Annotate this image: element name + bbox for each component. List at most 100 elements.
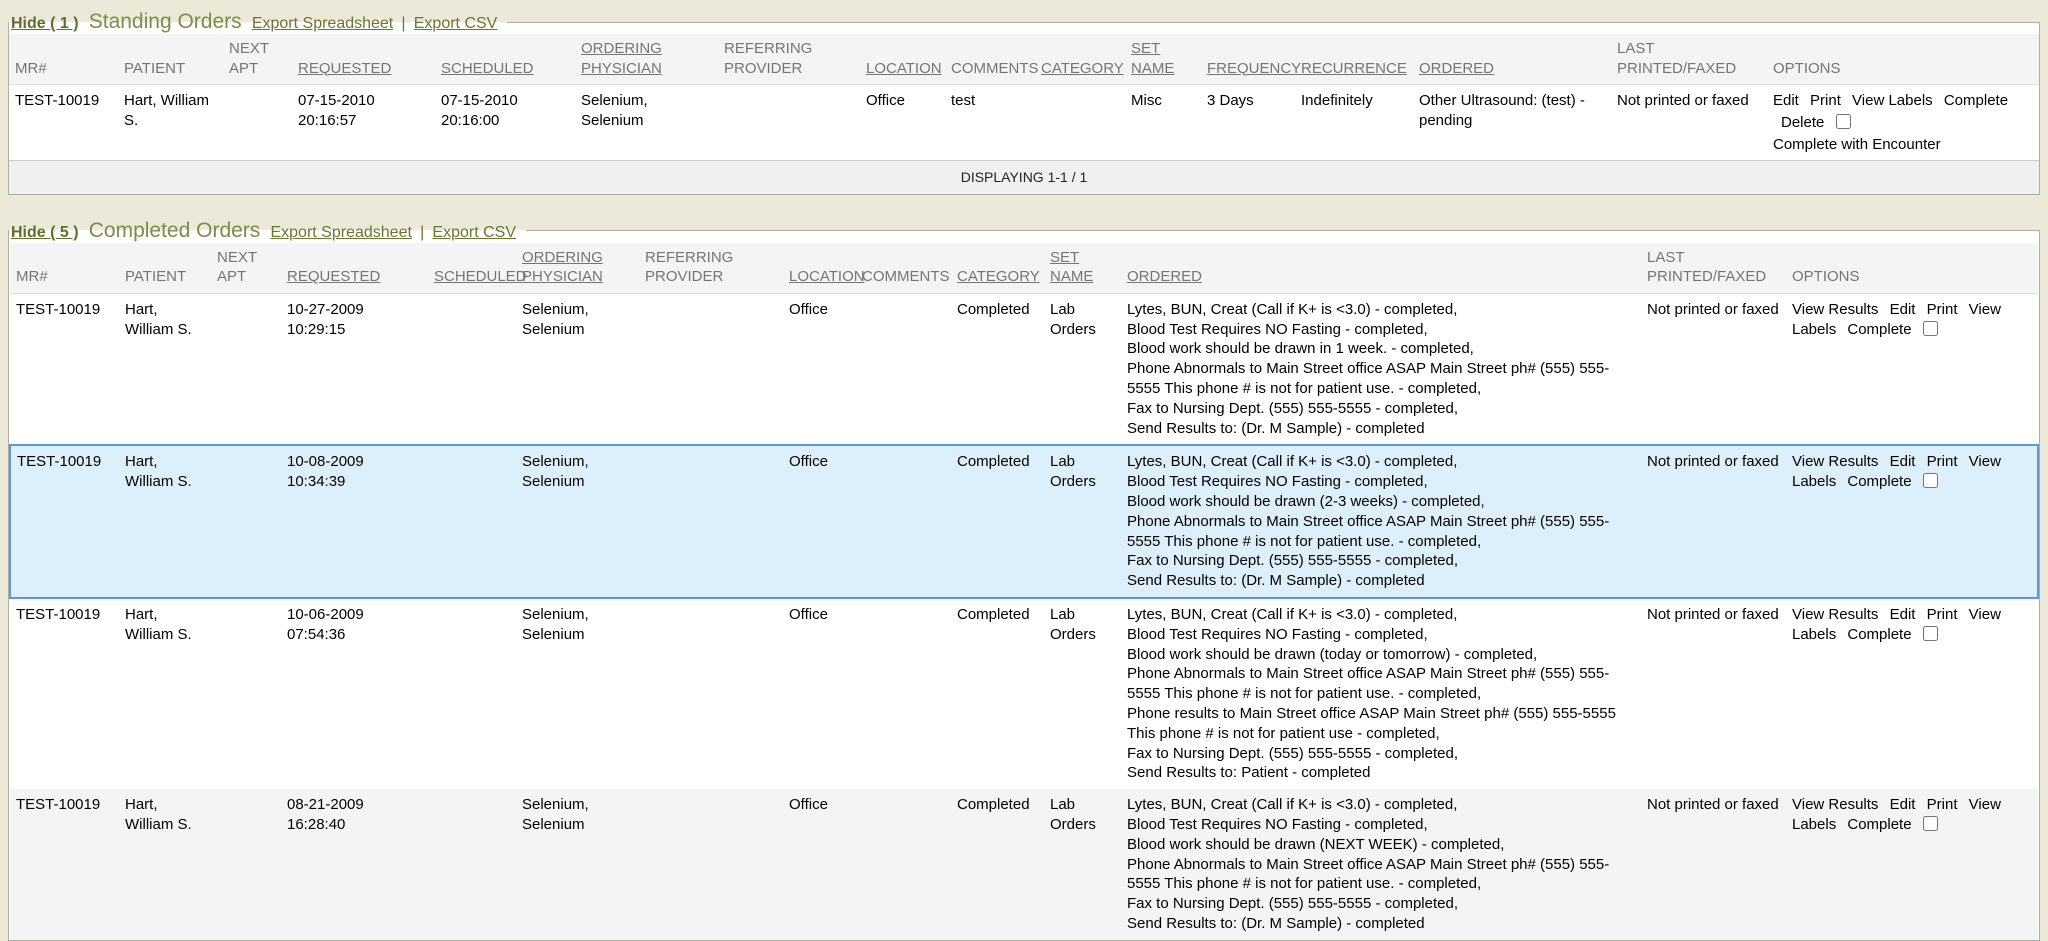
column-header-comments: COMMENTS: [945, 34, 1035, 85]
column-header-frequency: FREQUENCY: [1201, 34, 1295, 85]
column-header-patient: PATIENT: [119, 243, 211, 294]
last-printed-cell: Not printed or faxed: [1641, 445, 1786, 598]
edit-link[interactable]: Edit: [1773, 92, 1799, 109]
complete-link[interactable]: Complete: [1847, 626, 1911, 643]
location-cell: Office: [860, 85, 945, 161]
print-link[interactable]: Print: [1927, 606, 1958, 623]
sort-ordering-physician-link[interactable]: ORDERING PHYSICIAN: [581, 40, 662, 77]
column-header-options: OPTIONS: [1786, 243, 2038, 294]
ordering-physician-cell: Selenium, Selenium: [516, 789, 639, 940]
sort-category-link[interactable]: CATEGORY: [1041, 60, 1124, 77]
column-header-scheduled: SCHEDULED: [435, 34, 575, 85]
complete-link[interactable]: Complete: [1847, 321, 1911, 338]
comments-cell: [856, 789, 951, 940]
complete-link[interactable]: Complete: [1944, 92, 2008, 109]
last-printed-cell: Not printed or faxed: [1641, 789, 1786, 940]
complete-with-encounter-checkbox[interactable]: [1836, 114, 1851, 129]
ordering-physician-cell: Selenium, Selenium: [516, 445, 639, 598]
view-results-link[interactable]: View Results: [1792, 796, 1878, 813]
column-header-requested: REQUESTED: [292, 34, 435, 85]
category-cell: Completed: [951, 293, 1044, 445]
next-apt-cell: [211, 598, 281, 789]
complete-checkbox[interactable]: [1923, 626, 1938, 641]
completed-orders-hide-link[interactable]: Hide ( 5 ): [11, 224, 79, 241]
options-cell: View Results Edit Print View Labels Comp…: [1786, 445, 2038, 598]
sort-frequency-link[interactable]: FREQUENCY: [1207, 60, 1301, 77]
mr-cell: TEST-10019: [10, 293, 119, 445]
column-header-category: CATEGORY: [951, 243, 1044, 294]
complete-checkbox[interactable]: [1923, 321, 1938, 336]
requested-cell: 08-21-2009 16:28:40: [281, 789, 428, 940]
options-cell: Edit Print View Labels Complete Delete C…: [1767, 85, 2039, 161]
delete-link[interactable]: Delete: [1781, 114, 1824, 131]
referring-provider-cell: [639, 293, 783, 445]
edit-link[interactable]: Edit: [1890, 796, 1916, 813]
view-labels-link[interactable]: View Labels: [1852, 92, 1933, 109]
sort-ordered-link[interactable]: ORDERED: [1127, 268, 1202, 285]
sort-scheduled-link[interactable]: SCHEDULED: [434, 268, 527, 285]
column-header-next-apt: NEXT APT: [211, 243, 281, 294]
sort-set-name-link[interactable]: SET NAME: [1131, 40, 1174, 77]
sort-requested-link[interactable]: REQUESTED: [298, 60, 391, 77]
edit-link[interactable]: Edit: [1890, 301, 1916, 318]
column-header-patient: PATIENT: [118, 34, 223, 85]
view-results-link[interactable]: View Results: [1792, 606, 1878, 623]
print-link[interactable]: Print: [1927, 796, 1958, 813]
column-header-ordering-physician: ORDERING PHYSICIAN: [575, 34, 718, 85]
standing-orders-table: MR# PATIENT NEXT APT REQUESTED SCHEDULED…: [9, 34, 2039, 194]
sort-ordering-physician-link[interactable]: ORDERING PHYSICIAN: [522, 249, 603, 286]
mr-cell: TEST-10019: [9, 85, 118, 161]
column-header-last-printed: LAST PRINTED/FAXED: [1611, 34, 1767, 85]
print-link[interactable]: Print: [1927, 453, 1958, 470]
ordering-physician-cell: Selenium, Selenium: [516, 293, 639, 445]
comments-cell: test: [945, 85, 1035, 161]
standing-orders-export-spreadsheet-link[interactable]: Export Spreadsheet: [252, 15, 393, 32]
standing-orders-export-csv-link[interactable]: Export CSV: [414, 15, 498, 32]
location-cell: Office: [783, 789, 856, 940]
patient-cell: Hart, William S.: [118, 85, 223, 161]
complete-link[interactable]: Complete: [1847, 473, 1911, 490]
view-results-link[interactable]: View Results: [1792, 453, 1878, 470]
sort-scheduled-link[interactable]: SCHEDULED: [441, 60, 534, 77]
set-name-cell: Misc: [1125, 85, 1201, 161]
completed-orders-export-spreadsheet-link[interactable]: Export Spreadsheet: [270, 224, 411, 241]
requested-cell: 10-06-2009 07:54:36: [281, 598, 428, 789]
sort-category-link[interactable]: CATEGORY: [957, 268, 1040, 285]
options-cell: View Results Edit Print View Labels Comp…: [1786, 598, 2038, 789]
ordered-cell: Lytes, BUN, Creat (Call if K+ is <3.0) -…: [1121, 598, 1641, 789]
category-cell: Completed: [951, 598, 1044, 789]
sort-location-link[interactable]: LOCATION: [866, 60, 942, 77]
print-link[interactable]: Print: [1810, 92, 1841, 109]
location-cell: Office: [783, 445, 856, 598]
column-header-category: CATEGORY: [1035, 34, 1125, 85]
standing-orders-pager-row: DISPLAYING 1-1 / 1: [9, 161, 2039, 194]
column-header-referring-provider: REFERRING PROVIDER: [639, 243, 783, 294]
requested-cell: 10-08-2009 10:34:39: [281, 445, 428, 598]
complete-with-encounter-link[interactable]: Complete with Encounter: [1773, 136, 1941, 153]
edit-link[interactable]: Edit: [1890, 606, 1916, 623]
column-header-set-name: SET NAME: [1125, 34, 1201, 85]
column-header-ordered: ORDERED: [1121, 243, 1641, 294]
location-cell: Office: [783, 598, 856, 789]
sort-location-link[interactable]: LOCATION: [789, 268, 865, 285]
sort-set-name-link[interactable]: SET NAME: [1050, 249, 1093, 286]
category-cell: [1035, 85, 1125, 161]
complete-checkbox[interactable]: [1923, 816, 1938, 831]
export-links-separator: |: [420, 224, 424, 241]
options-cell: View Results Edit Print View Labels Comp…: [1786, 789, 2038, 940]
sort-ordered-link[interactable]: ORDERED: [1419, 60, 1494, 77]
sort-recurrence-link[interactable]: RECURRENCE: [1301, 60, 1407, 77]
scheduled-cell: [428, 789, 516, 940]
edit-link[interactable]: Edit: [1890, 453, 1916, 470]
completed-orders-export-csv-link[interactable]: Export CSV: [432, 224, 516, 241]
column-header-last-printed: LAST PRINTED/FAXED: [1641, 243, 1786, 294]
print-link[interactable]: Print: [1927, 301, 1958, 318]
complete-link[interactable]: Complete: [1847, 816, 1911, 833]
complete-checkbox[interactable]: [1923, 473, 1938, 488]
standing-orders-header-row: MR# PATIENT NEXT APT REQUESTED SCHEDULED…: [9, 34, 2039, 85]
sort-requested-link[interactable]: REQUESTED: [287, 268, 380, 285]
next-apt-cell: [211, 293, 281, 445]
standing-orders-hide-link[interactable]: Hide ( 1 ): [11, 15, 79, 32]
scheduled-cell: 07-15-2010 20:16:00: [435, 85, 575, 161]
view-results-link[interactable]: View Results: [1792, 301, 1878, 318]
